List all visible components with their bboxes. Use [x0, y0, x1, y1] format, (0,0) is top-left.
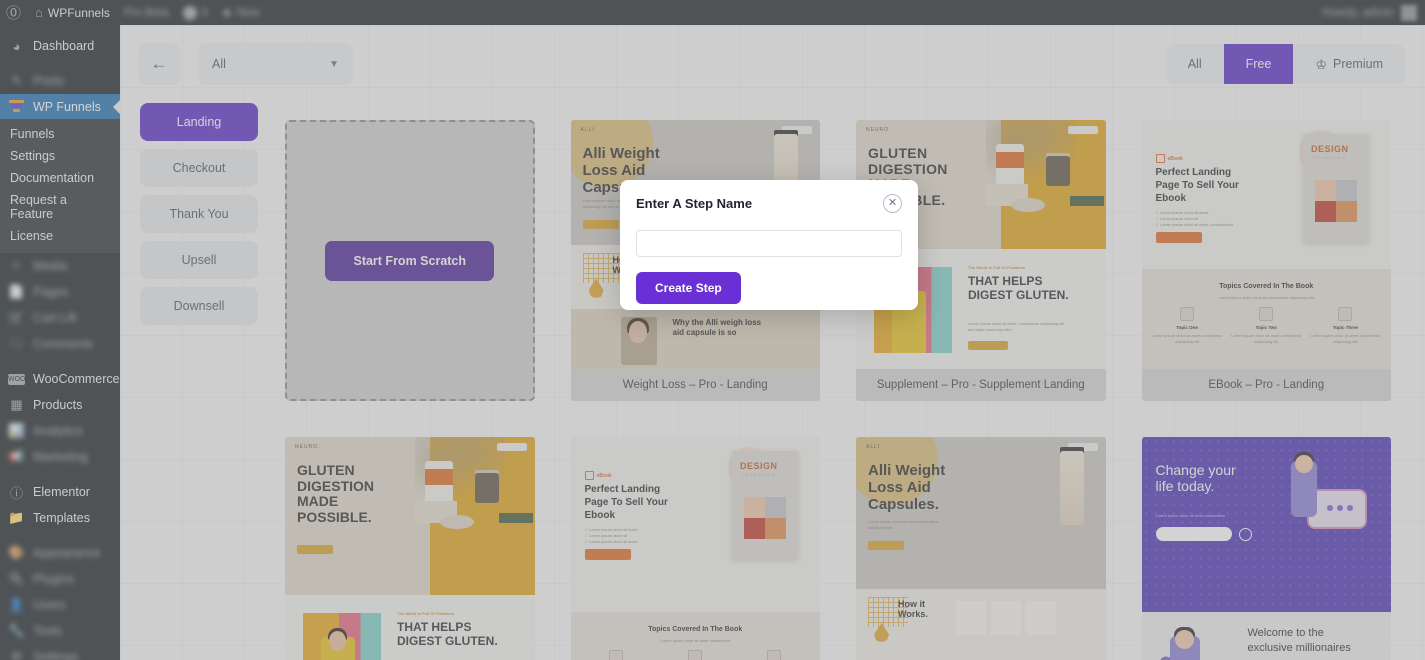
wp-admin-screen: ⓪ ⌂ WPFunnels Pro Beta 0 ✚ New Howdy, ad…	[0, 0, 1425, 660]
create-step-button[interactable]: Create Step	[636, 272, 741, 304]
step-name-input[interactable]	[636, 230, 902, 257]
modal-header: Enter A Step Name ✕	[636, 194, 902, 213]
create-step-modal: Enter A Step Name ✕ Create Step	[620, 180, 918, 310]
modal-title: Enter A Step Name	[636, 196, 753, 211]
close-icon[interactable]: ✕	[883, 194, 902, 213]
modal-overlay[interactable]	[0, 0, 1425, 660]
